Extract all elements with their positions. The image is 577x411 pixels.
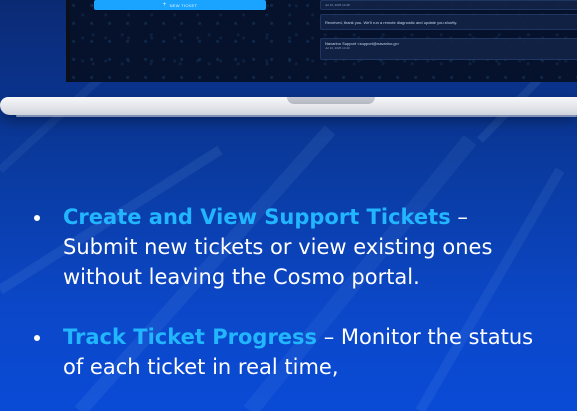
ticket-message-3: Navarino Support <support@navarino.gr> J… bbox=[320, 38, 577, 60]
new-ticket-button-label: NEW TICKET bbox=[169, 2, 198, 8]
laptop-screen: + NEW TICKET Jul 10, 2025 14:48 Received… bbox=[66, 0, 577, 82]
bullet-icon bbox=[34, 215, 40, 221]
bullet-icon bbox=[34, 335, 40, 341]
feature-description: Submit new tickets or view existing ones… bbox=[63, 235, 493, 289]
plus-icon: + bbox=[162, 2, 167, 8]
laptop-bottom-edge bbox=[16, 115, 577, 117]
ticket-message-2: Received, thank you. We'll run a remote … bbox=[320, 14, 577, 30]
message-timestamp: Jul 10, 2025 14:49 bbox=[325, 46, 350, 50]
feature-list: Create and View Support Tickets – Submit… bbox=[28, 202, 548, 411]
feature-item-track-ticket-progress: Track Ticket Progress – Monitor the stat… bbox=[28, 322, 548, 382]
feature-item-create-view-tickets: Create and View Support Tickets – Submit… bbox=[28, 202, 548, 292]
feature-separator: – bbox=[317, 325, 341, 349]
feature-title: Track Ticket Progress bbox=[63, 325, 318, 349]
laptop-mockup: + NEW TICKET Jul 10, 2025 14:48 Received… bbox=[0, 0, 577, 130]
message-text: Received, thank you. We'll run a remote … bbox=[325, 19, 458, 25]
laptop-notch bbox=[287, 97, 375, 104]
feature-separator: – bbox=[450, 205, 468, 229]
feature-title: Create and View Support Tickets bbox=[63, 205, 451, 229]
ticket-message-1: Jul 10, 2025 14:48 bbox=[320, 0, 577, 10]
new-ticket-button[interactable]: + NEW TICKET bbox=[94, 0, 266, 10]
message-timestamp: Jul 10, 2025 14:48 bbox=[325, 3, 350, 7]
